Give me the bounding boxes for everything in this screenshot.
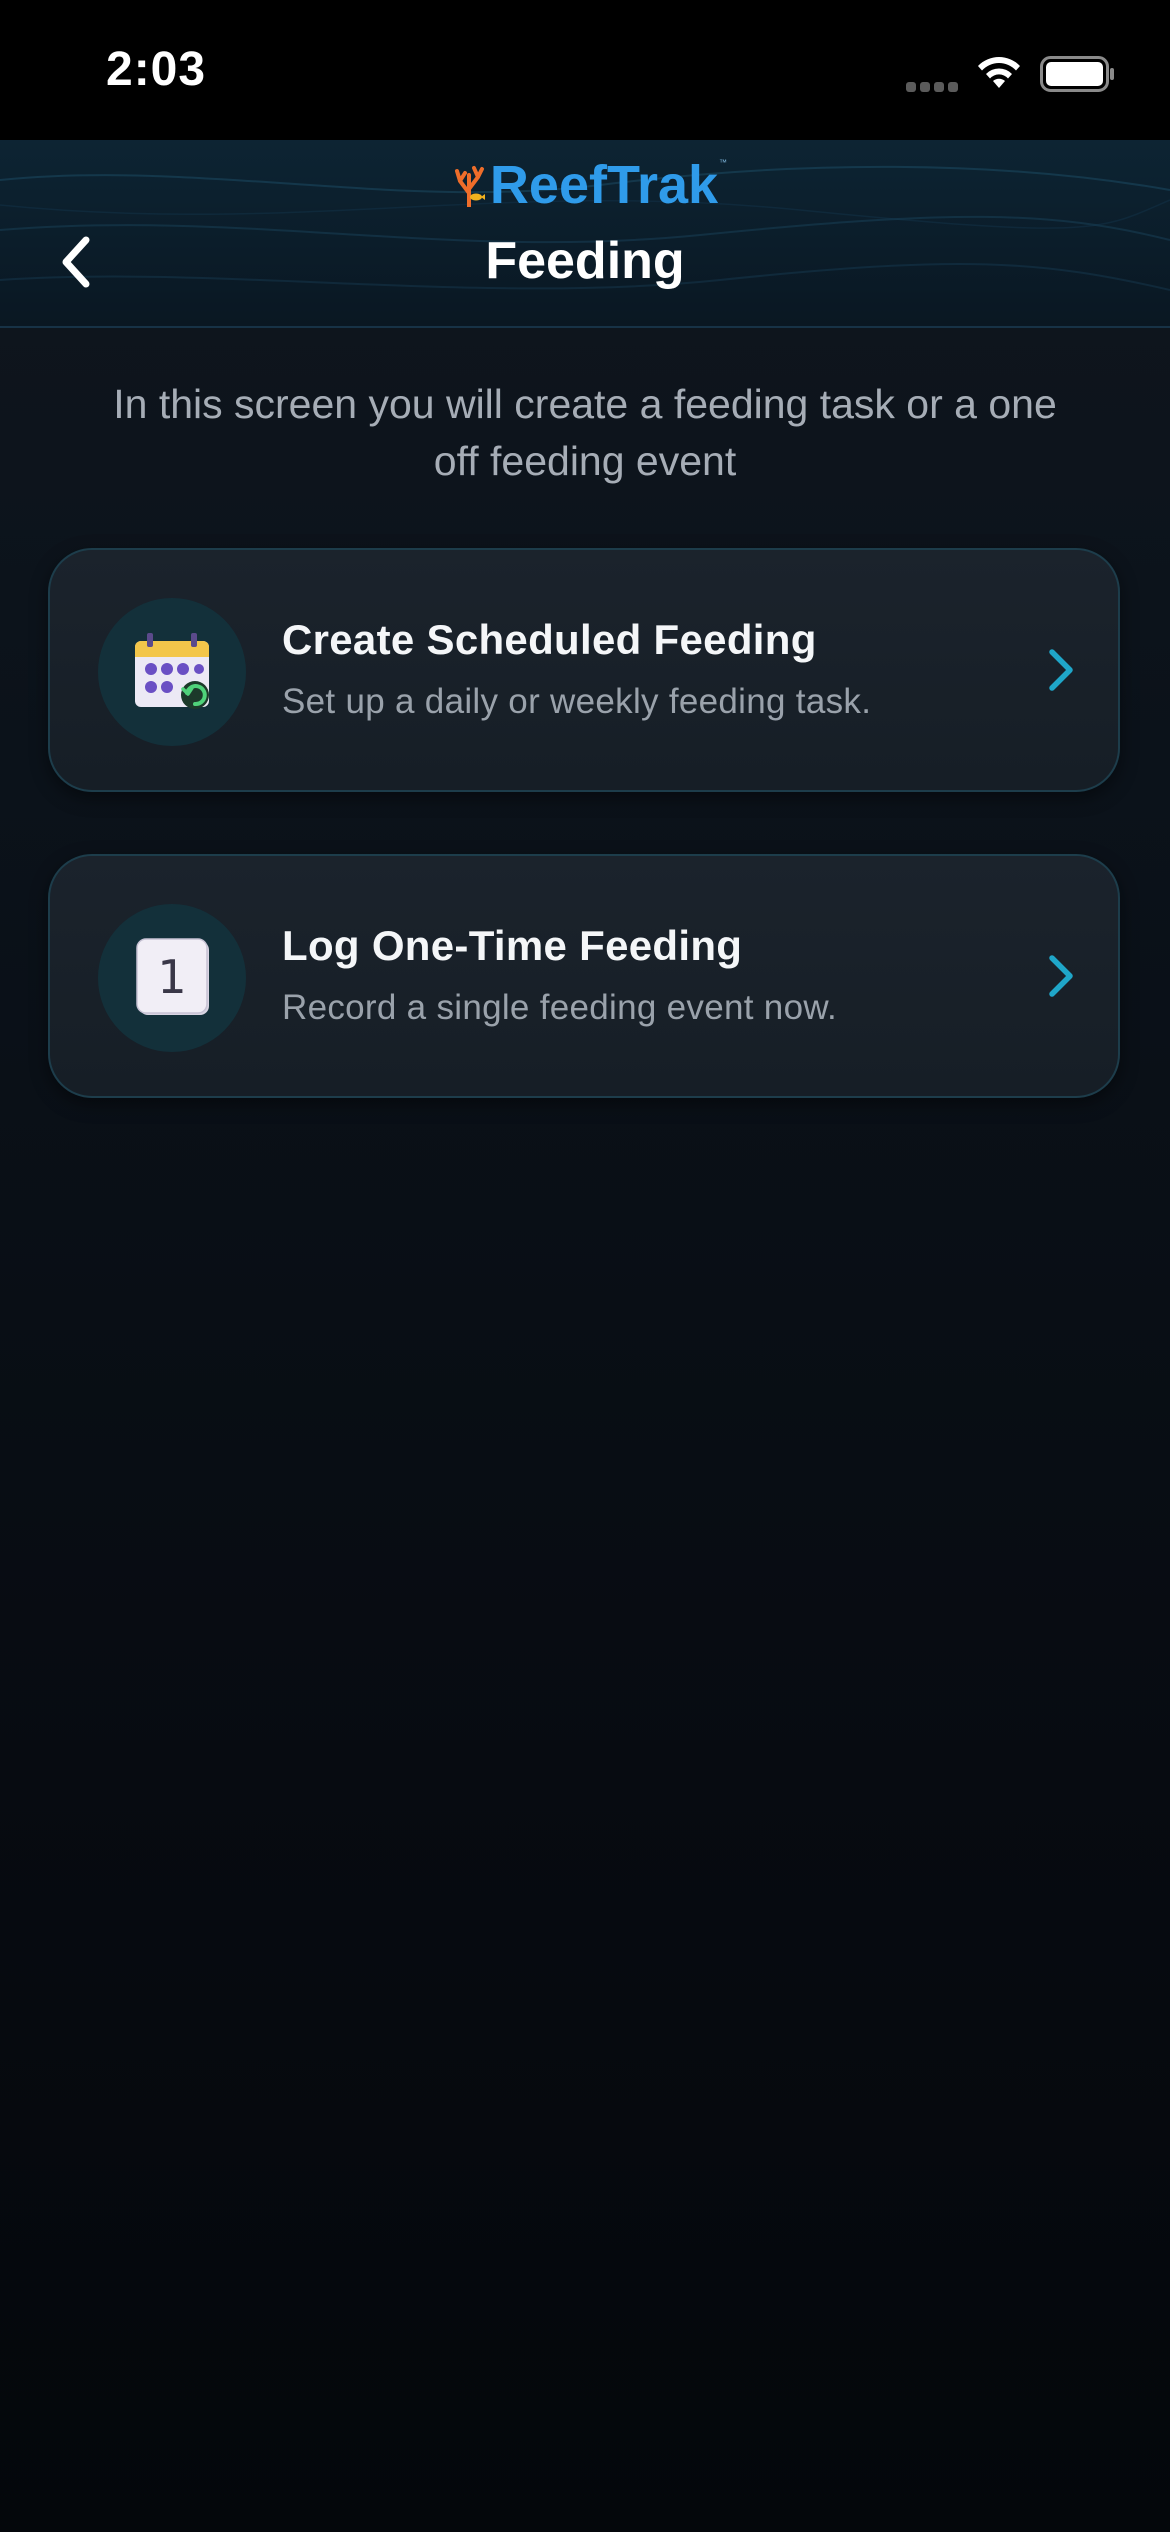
status-time: 2:03: [106, 43, 207, 96]
calendar-repeat-icon: [135, 633, 209, 709]
calendar-one-icon: 1: [136, 938, 209, 1015]
chevron-right-icon: [1049, 955, 1073, 997]
wifi-icon: [978, 57, 1020, 88]
page-title: Feeding: [485, 232, 685, 290]
chevron-right-icon: [1049, 649, 1073, 691]
card-icon-circle: 1: [98, 904, 246, 1052]
calendar-number: 1: [157, 950, 186, 1004]
reeftrak-logo: ReefTrak ™: [435, 154, 735, 216]
coral-icon: [454, 166, 485, 207]
card-subtitle: Set up a daily or weekly feeding task.: [282, 682, 872, 721]
logo-text: ReefTrak: [489, 155, 719, 215]
card-title: Log One-Time Feeding: [282, 922, 743, 969]
battery-icon: [1040, 56, 1114, 92]
cellular-signal-icon: [906, 82, 960, 92]
intro-text: In this screen you will create a feeding…: [113, 381, 1057, 484]
status-bar: 2:03: [0, 0, 1170, 140]
card-subtitle: Record a single feeding event now.: [282, 988, 838, 1027]
feeding-screen: 2:03 ReefTrak ™ Feeding In this screen y…: [0, 0, 1170, 2532]
nav-header: ReefTrak ™ Feeding: [0, 140, 1170, 328]
log-one-time-feeding-card[interactable]: 1 Log One-Time Feeding Record a single f…: [48, 854, 1120, 1098]
card-title: Create Scheduled Feeding: [282, 616, 817, 663]
create-scheduled-feeding-card[interactable]: Create Scheduled Feeding Set up a daily …: [48, 548, 1120, 792]
card-icon-circle: [98, 598, 246, 746]
logo-trademark: ™: [719, 158, 727, 167]
